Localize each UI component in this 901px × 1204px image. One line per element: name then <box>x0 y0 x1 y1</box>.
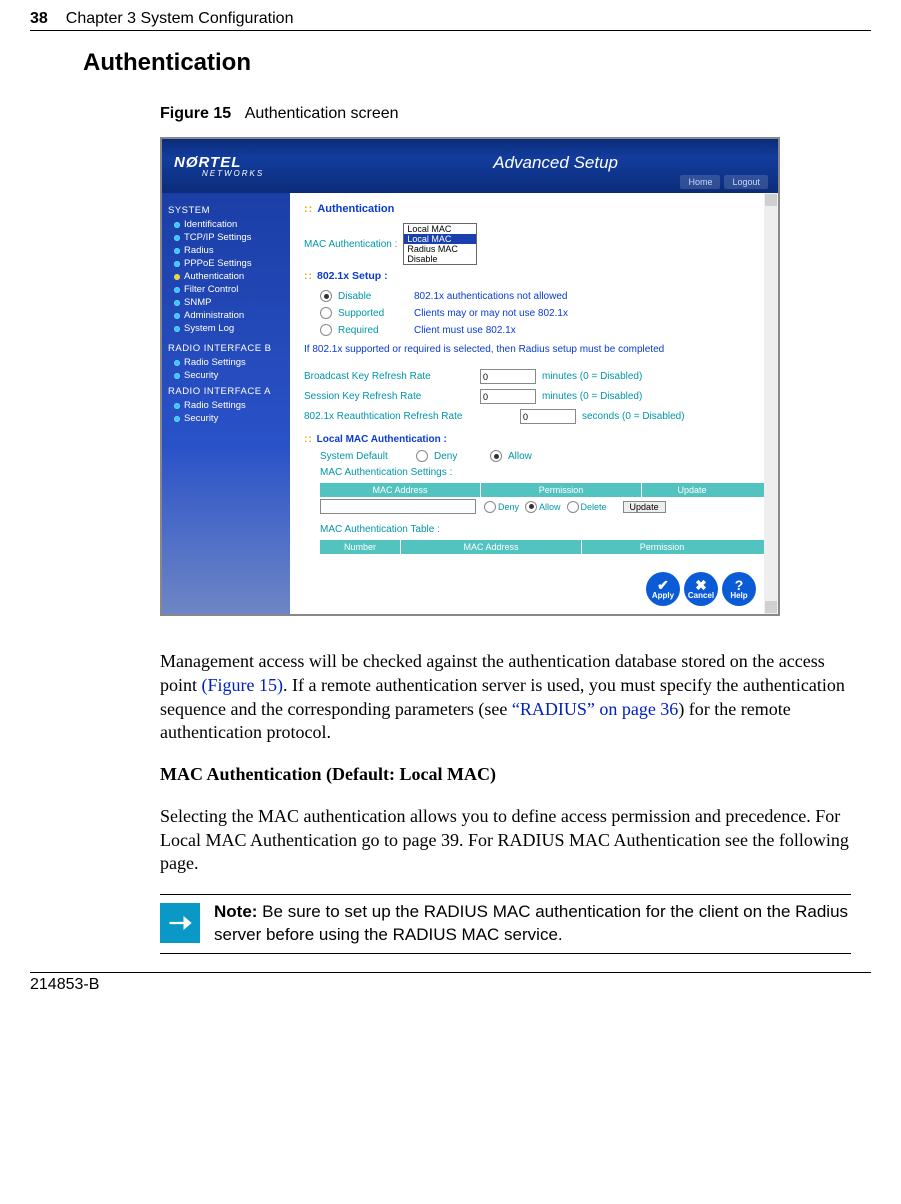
link-figure-15[interactable]: (Figure 15) <box>202 675 283 695</box>
home-button[interactable]: Home <box>680 175 720 189</box>
radio-supported-label: Supported <box>338 308 408 319</box>
sidebar-item-pppoe[interactable]: PPPoE Settings <box>168 257 284 270</box>
content-title: ::Authentication <box>304 203 764 215</box>
sidebar-item-radio-b-security[interactable]: Security <box>168 369 284 382</box>
mac-settings-row: Deny Allow Delete Update <box>320 497 764 516</box>
note-block: Note: Be sure to set up the RADIUS MAC a… <box>160 894 851 954</box>
sidebar-section-radio-a: RADIO INTERFACE A <box>168 386 284 397</box>
banner: NØRTEL NETWORKS Advanced Setup Home Logo… <box>162 139 778 193</box>
sys-default-allow[interactable] <box>490 450 502 462</box>
logout-button[interactable]: Logout <box>724 175 768 189</box>
mac-auth-label: MAC Authentication : <box>304 239 397 250</box>
perm-delete[interactable] <box>567 501 579 513</box>
paragraph-1: Management access will be checked agains… <box>160 650 851 745</box>
local-mac-title: ::Local MAC Authentication : <box>304 434 764 445</box>
content-pane: ::Authentication MAC Authentication : Lo… <box>290 193 778 614</box>
apply-button[interactable]: ✔Apply <box>646 572 680 606</box>
figure-title: Authentication screen <box>245 105 399 122</box>
chapter-title: Chapter 3 System Configuration <box>66 10 294 28</box>
update-button[interactable]: Update <box>623 501 666 513</box>
session-key-input[interactable] <box>480 389 536 404</box>
radio-supported-desc: Clients may or may not use 802.1x <box>414 308 568 319</box>
banner-title: Advanced Setup <box>493 153 618 173</box>
reauth-unit: seconds (0 = Disabled) <box>582 411 685 422</box>
session-key-label: Session Key Refresh Rate <box>304 391 474 402</box>
sidebar-item-tcpip[interactable]: TCP/IP Settings <box>168 231 284 244</box>
sys-default-deny[interactable] <box>416 450 428 462</box>
broadcast-key-input[interactable] <box>480 369 536 384</box>
paragraph-2: Selecting the MAC authentication allows … <box>160 805 851 876</box>
link-radius-page[interactable]: “RADIUS” on page 36 <box>512 699 678 719</box>
sidebar-item-snmp[interactable]: SNMP <box>168 296 284 309</box>
scrollbar[interactable] <box>764 193 778 614</box>
mac-settings-label: MAC Authentication Settings : <box>320 467 452 478</box>
footer-id: 214853-B <box>30 972 871 994</box>
radio-supported[interactable] <box>320 307 332 319</box>
subheading-mac-auth: MAC Authentication (Default: Local MAC) <box>160 763 851 787</box>
sidebar-item-radio-a-security[interactable]: Security <box>168 412 284 425</box>
note-label: Note: <box>214 902 262 921</box>
help-button[interactable]: ?Help <box>722 572 756 606</box>
sidebar-section-system: SYSTEM <box>168 205 284 216</box>
sidebar: SYSTEM Identification TCP/IP Settings Ra… <box>162 193 290 614</box>
note-text: Be sure to set up the RADIUS MAC authent… <box>214 902 848 944</box>
radius-note: If 802.1x supported or required is selec… <box>304 344 764 355</box>
reauth-label: 802.1x Reauthtication Refresh Rate <box>304 411 514 422</box>
system-default-label: System Default <box>320 451 410 462</box>
perm-allow[interactable] <box>525 501 537 513</box>
sidebar-section-radio-b: RADIO INTERFACE B <box>168 343 284 354</box>
radio-required-label: Required <box>338 325 408 336</box>
perm-deny[interactable] <box>484 501 496 513</box>
radio-disable-desc: 802.1x authentications not allowed <box>414 291 567 302</box>
radio-required-desc: Client must use 802.1x <box>414 325 516 336</box>
sidebar-item-radio-a-settings[interactable]: Radio Settings <box>168 399 284 412</box>
page-header: 38 Chapter 3 System Configuration <box>30 10 871 31</box>
broadcast-key-unit: minutes (0 = Disabled) <box>542 371 642 382</box>
sidebar-item-admin[interactable]: Administration <box>168 309 284 322</box>
figure-caption: Figure 15 Authentication screen <box>160 105 851 123</box>
session-key-unit: minutes (0 = Disabled) <box>542 391 642 402</box>
mac-table-label: MAC Authentication Table : <box>320 524 440 535</box>
section-heading-authentication: Authentication <box>83 49 871 77</box>
radio-disable-label: Disable <box>338 291 408 302</box>
reauth-input[interactable] <box>520 409 576 424</box>
broadcast-key-label: Broadcast Key Refresh Rate <box>304 371 474 382</box>
sidebar-item-radio-b-settings[interactable]: Radio Settings <box>168 356 284 369</box>
mac-auth-select[interactable]: Local MAC Local MAC Radius MAC Disable <box>403 223 477 265</box>
mac-address-input[interactable] <box>320 499 476 514</box>
mac-table-header: Number MAC Address Permission <box>320 540 764 554</box>
sidebar-item-filter[interactable]: Filter Control <box>168 283 284 296</box>
sidebar-item-authentication[interactable]: Authentication <box>168 270 284 283</box>
sidebar-item-syslog[interactable]: System Log <box>168 322 284 335</box>
8021x-setup-label: ::802.1x Setup : <box>304 270 764 282</box>
sidebar-item-radius[interactable]: Radius <box>168 244 284 257</box>
mac-settings-table-header: MAC Address Permission Update <box>320 483 764 497</box>
arrow-icon <box>160 903 200 943</box>
figure-label: Figure 15 <box>160 105 231 122</box>
page-number: 38 <box>30 10 48 28</box>
radio-disable[interactable] <box>320 290 332 302</box>
cancel-button[interactable]: ✖Cancel <box>684 572 718 606</box>
radio-required[interactable] <box>320 324 332 336</box>
sidebar-item-identification[interactable]: Identification <box>168 218 284 231</box>
authentication-screenshot: NØRTEL NETWORKS Advanced Setup Home Logo… <box>160 137 780 616</box>
